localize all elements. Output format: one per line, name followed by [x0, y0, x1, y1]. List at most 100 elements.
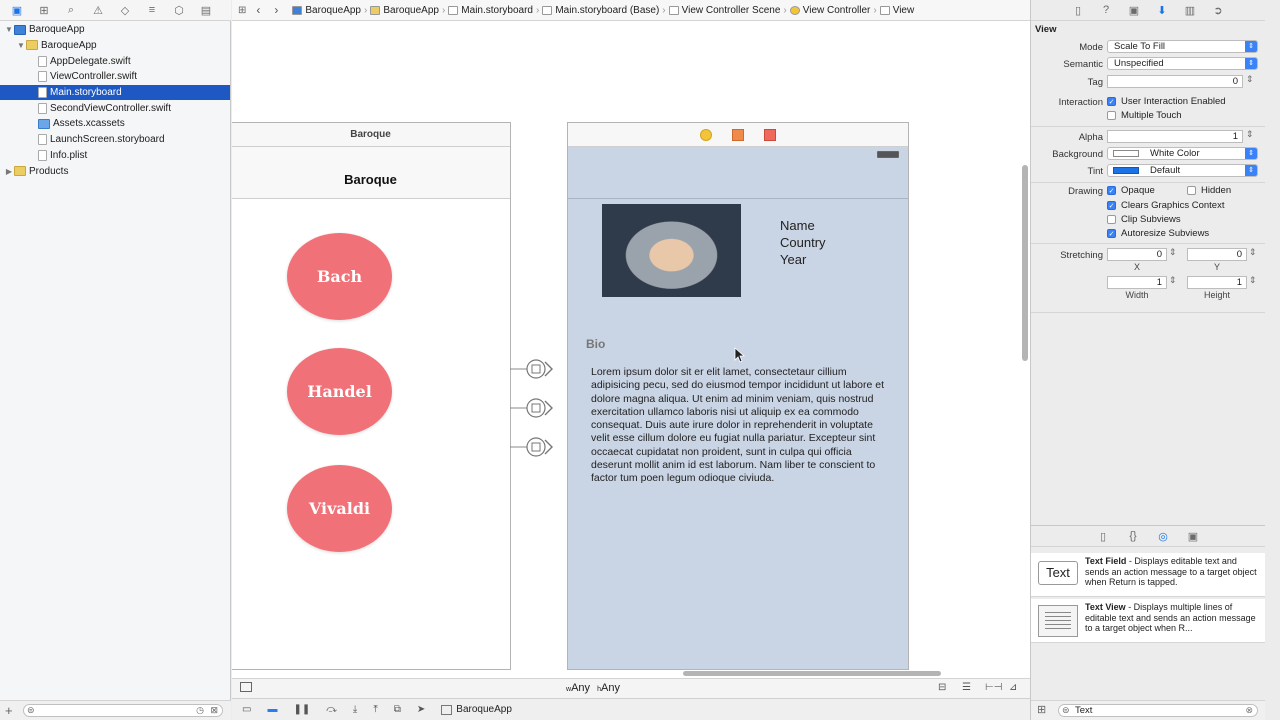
stepper-icon[interactable]: ⇕ [1246, 129, 1254, 140]
stack-icon[interactable]: ⊟ [938, 682, 946, 693]
breakpoints-icon[interactable]: ▬ [267, 704, 277, 715]
hidden-checkbox[interactable]: Hidden [1187, 185, 1231, 196]
library-item-text-field[interactable]: Text Text Field - Displays editable text… [1031, 553, 1265, 597]
baroque-scene[interactable]: Baroque Baroque Bach Handel Vivaldi [232, 122, 511, 670]
semantic-popup[interactable]: Unspecified ⇕ [1107, 57, 1258, 70]
add-icon[interactable]: + [5, 703, 13, 718]
stretch-x-field[interactable]: 0 [1107, 248, 1167, 261]
tint-popup[interactable]: Default ⇕ [1107, 164, 1258, 177]
breadcrumb-item[interactable]: Main.storyboard [448, 5, 533, 16]
stepper-icon[interactable]: ⇕ [1169, 275, 1177, 286]
breadcrumb-item[interactable]: Main.storyboard (Base) [542, 5, 659, 16]
year-label[interactable]: Year [780, 251, 826, 268]
composer-image[interactable] [602, 204, 741, 297]
stretch-y-field[interactable]: 0 [1187, 248, 1247, 261]
test-icon[interactable]: ◇ [118, 4, 132, 17]
stepper-icon[interactable]: ⇕ [1249, 247, 1257, 258]
clear-icon[interactable]: ⊗ [1245, 705, 1253, 716]
process-selector[interactable]: BaroqueApp [441, 704, 512, 715]
identity-inspector-icon[interactable]: ▣ [1127, 4, 1141, 17]
location-icon[interactable]: ➤ [417, 704, 425, 715]
scm-icon[interactable]: ⊠ [210, 705, 218, 716]
document-outline-icon[interactable] [240, 682, 252, 692]
align-icon[interactable]: ☰ [962, 682, 971, 693]
storyboard-canvas[interactable]: Baroque Baroque Bach Handel Vivaldi Name… [232, 21, 1030, 678]
navigator-filter-input[interactable]: ⊜ ◷ ⊠ [23, 704, 223, 717]
user-interaction-checkbox[interactable]: ✓ User Interaction Enabled [1107, 96, 1226, 107]
clip-subviews-checkbox[interactable]: Clip Subviews [1107, 214, 1181, 225]
search-icon[interactable]: ⌕ [64, 4, 78, 16]
help-icon[interactable]: ? [1099, 4, 1113, 16]
autoresize-checkbox[interactable]: ✓ Autoresize Subviews [1107, 228, 1209, 239]
object-library-icon[interactable]: ◎ [1156, 530, 1170, 543]
file-tree-item[interactable]: Assets.xcassets [0, 116, 230, 132]
vertical-scrollbar[interactable] [1022, 165, 1028, 361]
alpha-field[interactable]: 1 [1107, 130, 1243, 143]
vivaldi-button[interactable]: Vivaldi [287, 465, 392, 552]
opaque-checkbox[interactable]: ✓ Opaque [1107, 185, 1155, 196]
grid-view-icon[interactable]: ⊞ [1037, 703, 1046, 716]
recent-icon[interactable]: ◷ [196, 705, 204, 716]
horizontal-scrollbar[interactable] [683, 671, 941, 676]
breadcrumb-item[interactable]: View Controller Scene [668, 5, 780, 16]
clears-graphics-checkbox[interactable]: ✓ Clears Graphics Context [1107, 200, 1224, 211]
name-label[interactable]: Name [780, 217, 826, 234]
back-icon[interactable]: ‹ [256, 3, 260, 17]
detail-view[interactable]: Name Country Year Bio Lorem ipsum dolor … [568, 147, 908, 669]
step-out-icon[interactable]: ⤒ [373, 704, 377, 715]
stepper-icon[interactable]: ⇕ [1169, 247, 1177, 258]
folder-icon[interactable]: ▣ [10, 4, 24, 17]
exit-icon[interactable] [764, 128, 776, 141]
handel-button[interactable]: Handel [287, 348, 392, 435]
debug-area-icon[interactable]: ▭ [242, 704, 251, 715]
stretch-height-field[interactable]: 1 [1187, 276, 1247, 289]
stretch-width-field[interactable]: 1 [1107, 276, 1167, 289]
forward-icon[interactable]: › [274, 3, 278, 17]
file-tree-item[interactable]: ▼ BaroqueApp [0, 38, 230, 54]
disclosure-triangle-icon[interactable]: ▼ [4, 25, 14, 34]
file-tree-item[interactable]: ViewController.swift [0, 69, 230, 85]
tag-field[interactable]: 0 [1107, 75, 1243, 88]
view-controller-icon[interactable] [700, 128, 712, 141]
file-tree-item[interactable]: ▼ BaroqueApp [0, 22, 230, 38]
disclosure-triangle-icon[interactable]: ▼ [16, 41, 26, 50]
media-library-icon[interactable]: ▣ [1186, 530, 1200, 543]
pause-icon[interactable]: ❚❚ [293, 704, 310, 715]
debug-icon[interactable]: ≡ [145, 4, 159, 16]
code-snippet-icon[interactable]: {} [1126, 530, 1140, 542]
pin-icon[interactable]: ⊢⊣ [985, 682, 1002, 693]
first-responder-icon[interactable] [732, 128, 744, 141]
bach-button[interactable]: Bach [287, 233, 392, 320]
library-filter-input[interactable]: ⊜ Text ⊗ [1058, 704, 1258, 717]
background-popup[interactable]: White Color ⇕ [1107, 147, 1258, 160]
related-items-icon[interactable]: ⊞ [238, 5, 246, 16]
step-in-icon[interactable]: ⤓ [353, 704, 357, 715]
file-tree-item[interactable]: LaunchScreen.storyboard [0, 132, 230, 148]
breadcrumb-item[interactable]: View Controller [789, 5, 870, 16]
warning-icon[interactable]: ⚠ [91, 4, 105, 17]
breakpoint-icon[interactable]: ⬡ [172, 4, 186, 17]
attributes-inspector-icon[interactable]: ⬇ [1155, 4, 1169, 17]
mode-popup[interactable]: Scale To Fill ⇕ [1107, 40, 1258, 53]
file-tree-item[interactable]: ▶ Products [0, 163, 230, 179]
symbol-navigator-icon[interactable]: ⊞ [37, 4, 51, 17]
file-tree-item[interactable]: SecondViewController.swift [0, 101, 230, 117]
disclosure-triangle-icon[interactable]: ▶ [4, 167, 14, 176]
show-segue-icon[interactable] [525, 397, 553, 419]
show-segue-icon[interactable] [525, 358, 553, 380]
library-item-text-view[interactable]: Text View - Displays multiple lines of e… [1031, 599, 1265, 643]
country-label[interactable]: Country [780, 234, 826, 251]
file-inspector-icon[interactable]: ▯ [1071, 4, 1085, 17]
size-class-button[interactable]: wAny hAny [566, 682, 620, 694]
view-controller-scene[interactable]: Name Country Year Bio Lorem ipsum dolor … [567, 122, 909, 670]
view-hierarchy-icon[interactable]: ⧉ [394, 704, 401, 715]
show-segue-icon[interactable] [525, 436, 553, 458]
report-icon[interactable]: ▤ [199, 4, 213, 17]
step-over-icon[interactable]: ⤼ [326, 704, 337, 715]
breadcrumb-item[interactable]: BaroqueApp [370, 5, 439, 16]
file-template-icon[interactable]: ▯ [1096, 530, 1110, 543]
stepper-icon[interactable]: ⇕ [1249, 275, 1257, 286]
stepper-icon[interactable]: ⇕ [1246, 74, 1254, 85]
breadcrumb-item[interactable]: View [879, 5, 914, 16]
file-tree-item[interactable]: AppDelegate.swift [0, 53, 230, 69]
